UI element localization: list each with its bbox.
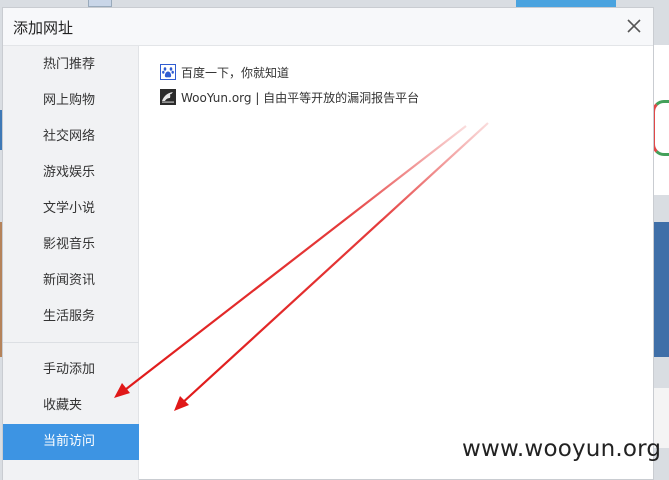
background-banner xyxy=(654,222,669,357)
background-icon xyxy=(88,0,112,7)
add-url-dialog: 添加网址 热门推荐 网上购物 社交网络 游戏娱乐 文学小说 影视音乐 新闻资讯 … xyxy=(2,7,654,480)
sidebar-item-label: 当前访问 xyxy=(43,434,96,449)
site-title: 百度一下，你就知道 xyxy=(181,65,290,80)
background-button xyxy=(516,0,616,7)
sidebar-item-video-music[interactable]: 影视音乐 xyxy=(3,227,139,263)
site-item-baidu[interactable]: 百度一下，你就知道 xyxy=(160,63,289,81)
site-list-panel: 百度一下，你就知道 WooYun.org | 自由平等开放的漏洞报告平台 xyxy=(140,46,653,479)
background-logo-icon xyxy=(652,100,669,156)
site-title: WooYun.org | 自由平等开放的漏洞报告平台 xyxy=(181,90,420,105)
sidebar-item-social[interactable]: 社交网络 xyxy=(3,119,139,155)
sidebar-item-shopping[interactable]: 网上购物 xyxy=(3,83,139,119)
sidebar-item-favorites[interactable]: 收藏夹 xyxy=(3,388,139,424)
sidebar-item-games[interactable]: 游戏娱乐 xyxy=(3,155,139,191)
wooyun-logo-icon xyxy=(160,89,176,105)
watermark: www.wooyun.org xyxy=(462,436,662,462)
sidebar-divider xyxy=(3,342,139,343)
sidebar-item-hot[interactable]: 热门推荐 xyxy=(3,47,139,83)
sidebar-item-news[interactable]: 新闻资讯 xyxy=(3,263,139,299)
sidebar-item-current-visits[interactable]: 当前访问 xyxy=(3,424,139,460)
sidebar-item-label: 影视音乐 xyxy=(43,237,96,252)
dialog-titlebar: 添加网址 xyxy=(3,8,653,46)
site-item-wooyun[interactable]: WooYun.org | 自由平等开放的漏洞报告平台 xyxy=(160,88,419,106)
sidebar-item-manual-add[interactable]: 手动添加 xyxy=(3,352,139,388)
sidebar-item-label: 生活服务 xyxy=(43,309,96,324)
sidebar-item-label: 收藏夹 xyxy=(43,398,83,413)
sidebar-item-label: 热门推荐 xyxy=(43,57,96,72)
baidu-paw-icon xyxy=(160,64,176,80)
sidebar-item-novels[interactable]: 文学小说 xyxy=(3,191,139,227)
sidebar-item-label: 新闻资讯 xyxy=(43,273,96,288)
sidebar-item-label: 手动添加 xyxy=(43,362,96,377)
sidebar-item-label: 游戏娱乐 xyxy=(43,165,96,180)
sidebar-item-label: 文学小说 xyxy=(43,201,96,216)
sidebar-item-life[interactable]: 生活服务 xyxy=(3,299,139,335)
sidebar-item-label: 社交网络 xyxy=(43,129,96,144)
close-icon[interactable] xyxy=(625,17,643,35)
dialog-title: 添加网址 xyxy=(13,19,74,37)
sidebar-item-label: 网上购物 xyxy=(43,93,96,108)
category-sidebar: 热门推荐 网上购物 社交网络 游戏娱乐 文学小说 影视音乐 新闻资讯 生活服务 … xyxy=(3,46,139,480)
